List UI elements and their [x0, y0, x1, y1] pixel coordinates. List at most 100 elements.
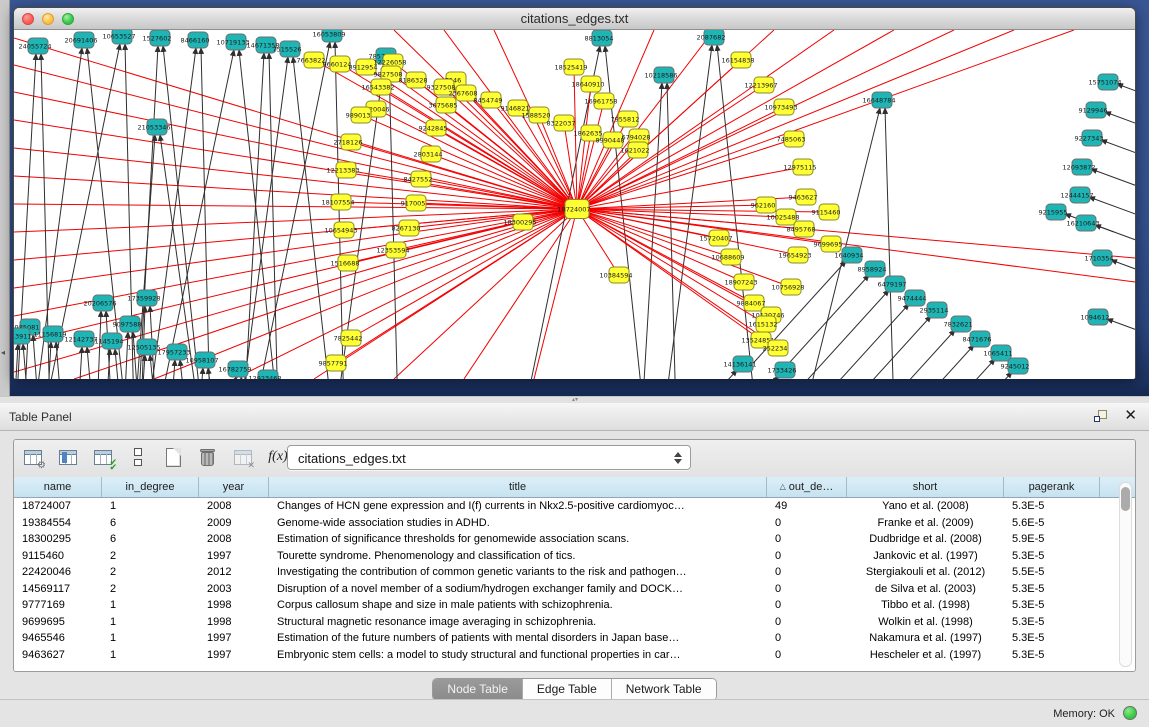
table-row[interactable]: 911546021997Tourette syndrome. Phenomeno… [14, 548, 1135, 565]
yellow-node[interactable]: 917005 [401, 195, 426, 211]
cell-title[interactable]: Genome-wide association studies in ADHD. [269, 515, 767, 532]
cell-name[interactable]: 9463627 [14, 647, 102, 664]
table-row[interactable]: 2242004622012Investigating the contribut… [14, 564, 1135, 581]
cell-name[interactable]: 18724007 [14, 498, 102, 515]
table-row[interactable]: 946554611997Estimation of the future num… [14, 630, 1135, 647]
teal-node[interactable]: 17359928 [127, 290, 160, 306]
cell-out_de[interactable]: 0 [767, 581, 847, 598]
yellow-node[interactable]: 8267130 [392, 220, 421, 236]
cell-short[interactable]: Tibbo et al. (1998) [847, 597, 1004, 614]
yellow-node[interactable]: 989013 [346, 107, 371, 123]
yellow-node[interactable]: 12213383 [326, 162, 359, 178]
teal-node[interactable]: 1733426 [768, 362, 797, 378]
teal-node[interactable]: 16782759 [218, 361, 251, 377]
yellow-node[interactable]: 18525419 [554, 59, 587, 75]
cell-name[interactable]: 18300295 [14, 531, 102, 548]
yellow-node[interactable]: 19654923 [778, 247, 811, 263]
show-columns-icon[interactable] [55, 444, 81, 470]
column-header-short[interactable]: short [847, 477, 1004, 497]
teal-node[interactable]: 9227343 [1075, 130, 1104, 146]
yellow-node[interactable]: 15720407 [699, 230, 732, 246]
cell-year[interactable]: 2009 [199, 515, 269, 532]
column-header-pagerank[interactable]: pagerank [1004, 477, 1100, 497]
cell-year[interactable]: 2003 [199, 581, 269, 598]
cell-name[interactable]: 14569117 [14, 581, 102, 598]
yellow-node[interactable]: 18107554 [321, 194, 354, 210]
teal-node[interactable]: 1527602 [143, 30, 172, 46]
cell-in_degree[interactable]: 1 [102, 630, 199, 647]
memory-status-button[interactable] [1123, 706, 1137, 720]
cell-in_degree[interactable]: 1 [102, 647, 199, 664]
cell-out_de[interactable]: 0 [767, 515, 847, 532]
network-graph[interactable]: 2405572420691406106535271527602846616010… [14, 30, 1135, 379]
yellow-node[interactable]: 9242845 [419, 120, 448, 136]
network-graph-canvas[interactable]: 2405572420691406106535271527602846616010… [14, 30, 1135, 379]
cell-in_degree[interactable]: 1 [102, 498, 199, 515]
yellow-node[interactable]: 1621022 [621, 142, 650, 158]
delete-table-icon[interactable] [195, 444, 221, 470]
teal-node[interactable]: 12923468 [248, 370, 281, 379]
yellow-node[interactable]: 10384594 [599, 267, 632, 283]
tab-network-table[interactable]: Network Table [612, 679, 716, 700]
scrollbar-thumb[interactable] [1121, 487, 1130, 511]
cell-short[interactable]: Wolkin et al. (1998) [847, 614, 1004, 631]
cell-name[interactable]: 9115460 [14, 548, 102, 565]
cell-year[interactable]: 2008 [199, 498, 269, 515]
yellow-node[interactable]: 8186328 [399, 72, 428, 88]
teal-node[interactable]: 12093872 [1062, 159, 1095, 175]
teal-node[interactable]: 8466160 [181, 32, 210, 48]
cell-year[interactable]: 1998 [199, 614, 269, 631]
teal-node[interactable]: 16053809 [312, 30, 345, 42]
yellow-node[interactable]: 12975115 [783, 159, 816, 175]
cell-year[interactable]: 1998 [199, 597, 269, 614]
close-window-icon[interactable] [22, 13, 34, 25]
teal-node[interactable]: 20691406 [64, 32, 97, 48]
splitter-collapse-icon[interactable]: ◂ [1, 348, 5, 357]
teal-node[interactable]: 1145194 [95, 333, 124, 349]
cell-pagerank[interactable]: 5.3E-5 [1004, 597, 1100, 614]
cell-out_de[interactable]: 0 [767, 614, 847, 631]
yellow-node[interactable]: 7485063 [777, 131, 806, 147]
cell-pagerank[interactable]: 5.3E-5 [1004, 548, 1100, 565]
cell-short[interactable]: de Silva et al. (2003) [847, 581, 1004, 598]
table-row[interactable]: 977716911998Corpus callosum shape and si… [14, 597, 1135, 614]
cell-name[interactable]: 9777169 [14, 597, 102, 614]
cell-out_de[interactable]: 49 [767, 498, 847, 515]
column-header-out_de[interactable]: △out_de… [767, 477, 847, 497]
cell-name[interactable]: 22420046 [14, 564, 102, 581]
teal-node[interactable]: 15751074 [1088, 74, 1121, 90]
cell-in_degree[interactable]: 6 [102, 515, 199, 532]
table-selector-dropdown[interactable]: citations_edges.txt [287, 445, 691, 470]
teal-node[interactable]: 20206576 [83, 295, 116, 311]
cell-in_degree[interactable]: 6 [102, 531, 199, 548]
teal-node[interactable]: 9129946 [1079, 102, 1108, 118]
window-titlebar[interactable]: citations_edges.txt [14, 8, 1135, 30]
cell-year[interactable]: 1997 [199, 548, 269, 565]
select-columns-icon[interactable]: ✔ [90, 444, 116, 470]
table-settings-icon[interactable]: ⚙ [20, 444, 46, 470]
table-row[interactable]: 1938455462009Genome-wide association stu… [14, 515, 1135, 532]
cell-out_de[interactable]: 0 [767, 531, 847, 548]
cell-short[interactable]: Yano et al. (2008) [847, 498, 1004, 515]
cell-name[interactable]: 9699695 [14, 614, 102, 631]
close-panel-icon[interactable]: ✕ [1124, 408, 1137, 424]
cell-pagerank[interactable]: 5.3E-5 [1004, 614, 1100, 631]
cell-year[interactable]: 1997 [199, 630, 269, 647]
yellow-node[interactable]: 7955812 [611, 111, 640, 127]
cell-short[interactable]: Jankovic et al. (1997) [847, 548, 1004, 565]
teal-node[interactable]: 10719133 [216, 34, 249, 50]
yellow-node[interactable]: 9857791 [319, 355, 348, 371]
cell-in_degree[interactable]: 2 [102, 548, 199, 565]
cell-short[interactable]: Dudbridge et al. (2008) [847, 531, 1004, 548]
cell-year[interactable]: 2008 [199, 531, 269, 548]
cell-title[interactable]: Estimation of significance thresholds fo… [269, 531, 767, 548]
table-row[interactable]: 1456911722003Disruption of a novel membe… [14, 581, 1135, 598]
cell-pagerank[interactable]: 5.6E-5 [1004, 515, 1100, 532]
table-row[interactable]: 1872400712008Changes of HCN gene express… [14, 498, 1135, 515]
teal-node[interactable]: 1710354 [1085, 250, 1114, 266]
float-panel-icon[interactable] [1093, 409, 1109, 425]
import-table-icon[interactable]: ✕ [230, 444, 256, 470]
teal-node[interactable]: 21053346 [137, 119, 170, 135]
cell-short[interactable]: Hescheler et al. (1997) [847, 647, 1004, 664]
cell-pagerank[interactable]: 5.3E-5 [1004, 630, 1100, 647]
